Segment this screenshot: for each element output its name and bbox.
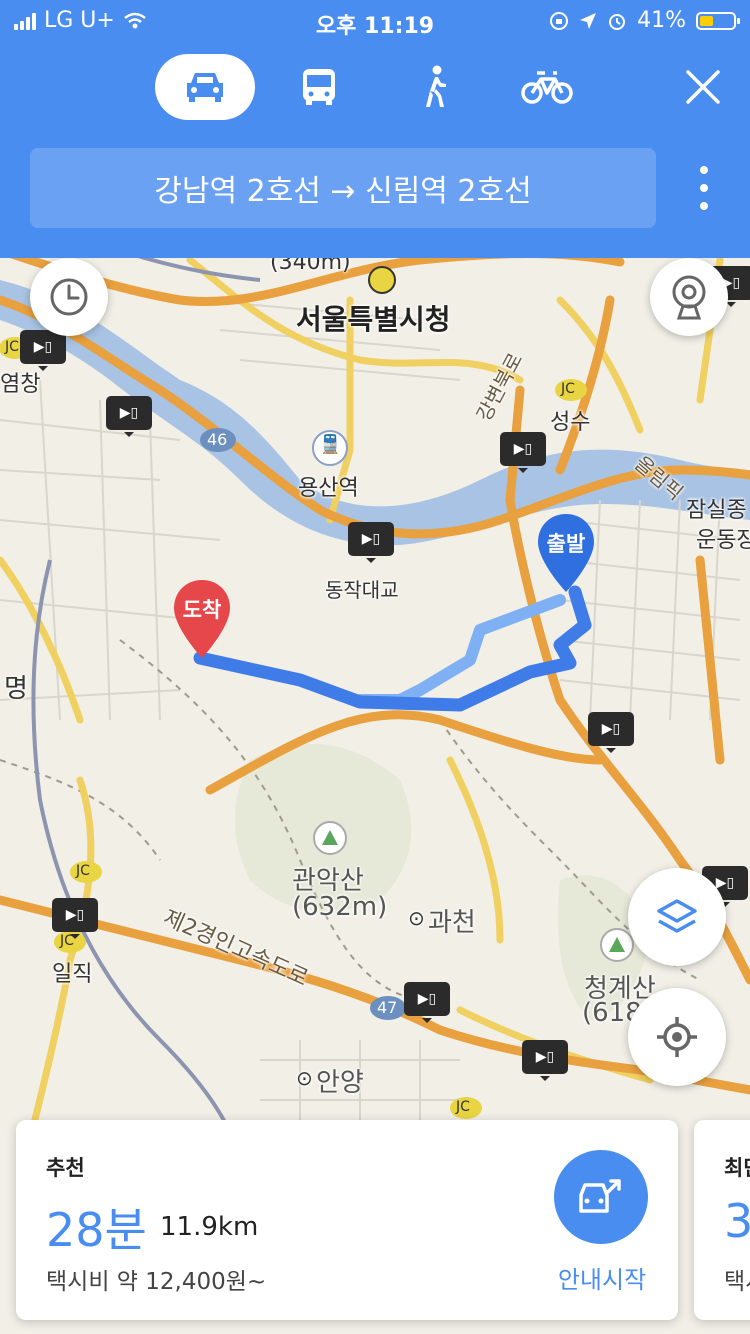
battery-icon [696, 11, 740, 30]
tab-car[interactable] [155, 54, 255, 120]
route-badge-47: 47 [377, 998, 398, 1017]
close-icon [686, 70, 720, 104]
map-label-jamsil: 잠실종 [686, 498, 747, 523]
tab-walk[interactable] [404, 54, 466, 120]
more-dot-icon [700, 166, 708, 174]
tab-bike[interactable] [516, 54, 578, 120]
more-dot-icon [700, 202, 708, 210]
battery-percent: 41% [637, 8, 686, 33]
train-icon: 🚆 [319, 434, 342, 455]
traffic-camera-icon[interactable]: ▶▯ [52, 898, 98, 939]
map-label-jamsil2: 운동장 [696, 528, 750, 553]
traffic-camera-icon[interactable]: ▶▯ [500, 432, 546, 473]
map-label-seoul-cityhall: 서울특별시청 [296, 303, 451, 336]
route-card-recommended[interactable]: 추천 28분 11.9km 택시비 약 12,400원~ 안내시작 [16, 1120, 678, 1320]
cctv-button[interactable] [650, 258, 728, 336]
more-dot-icon [700, 184, 708, 192]
route-summary-field[interactable]: 강남역 2호선 → 신림역 2호선 [30, 148, 656, 228]
taxi-fare: 택시비 약 12,400원~ [46, 1269, 267, 1295]
start-pin[interactable]: 출발 [536, 512, 596, 592]
map-label-ilsik: 일직 [52, 962, 93, 987]
map-label-gwacheon: 과천 [428, 908, 476, 938]
map-label-myeong: 명 [4, 674, 28, 704]
jc-badge: JC [5, 339, 19, 355]
cctv-icon [672, 275, 706, 320]
map-label-yeomchang: 염창 [0, 372, 41, 397]
route-badge-46: 46 [207, 430, 228, 449]
route-card-title: 추천 [46, 1156, 85, 1180]
history-button[interactable] [30, 258, 108, 336]
taxi-fare: 택시 [724, 1269, 750, 1295]
navigation-car-icon [579, 1179, 621, 1213]
route-card-title: 최단 [724, 1156, 750, 1180]
layers-icon [657, 899, 697, 933]
clock-icon [50, 278, 88, 316]
rotation-lock-icon [550, 11, 569, 30]
location-arrow-icon [580, 12, 597, 29]
anyang-dot-icon: ⊙ [296, 1066, 313, 1090]
traffic-camera-icon[interactable]: ▶▯ [588, 712, 634, 753]
route-duration: 3 [724, 1194, 750, 1248]
traffic-camera-icon[interactable]: ▶▯ [106, 396, 152, 437]
route-card-shortest[interactable]: 최단 3 택시 [694, 1120, 750, 1320]
map-label-yongsan: 용산역 [298, 476, 359, 501]
start-navigation-button[interactable] [554, 1150, 648, 1244]
bus-icon [303, 69, 335, 105]
start-pin-label: 출발 [546, 532, 586, 556]
close-button[interactable] [676, 54, 730, 120]
end-pin[interactable]: 도착 [172, 578, 232, 658]
map-label-seongsu: 성수 [550, 410, 591, 435]
map-label-gwanaksan-height: (632m) [292, 892, 388, 922]
end-pin-label: 도착 [182, 598, 222, 622]
map-label-dongjak: 동작대교 [325, 578, 399, 602]
traffic-camera-icon[interactable]: ▶▯ [522, 1040, 568, 1081]
traffic-camera-icon[interactable]: ▶▯ [20, 330, 66, 371]
car-icon [187, 73, 223, 102]
gwacheon-dot-icon: ⊙ [408, 906, 425, 930]
my-location-button[interactable] [628, 988, 726, 1086]
map-label-anyang: 안양 [316, 1068, 364, 1098]
walk-icon [426, 65, 446, 107]
route-duration: 28분 [46, 1203, 147, 1257]
status-bar: LG U+ 오후 11:19 41% [0, 0, 750, 42]
jc-badge: JC [76, 863, 90, 879]
jc-badge: JC [456, 1099, 470, 1115]
layers-button[interactable] [628, 868, 726, 966]
traffic-camera-icon[interactable]: ▶▯ [348, 522, 394, 563]
alarm-icon [609, 13, 626, 30]
more-options-button[interactable] [684, 166, 724, 210]
top-header: LG U+ 오후 11:19 41% 강남역 2호선 → 신림역 2호선 [0, 0, 750, 258]
crosshair-icon [657, 1017, 697, 1057]
jc-badge: JC [561, 381, 575, 397]
traffic-camera-icon[interactable]: ▶▯ [404, 982, 450, 1023]
start-navigation-label[interactable]: 안내시작 [538, 1260, 666, 1295]
transport-mode-tabs [0, 54, 750, 120]
route-distance: 11.9km [160, 1212, 259, 1242]
tab-transit[interactable] [288, 54, 350, 120]
bike-icon [521, 71, 573, 104]
